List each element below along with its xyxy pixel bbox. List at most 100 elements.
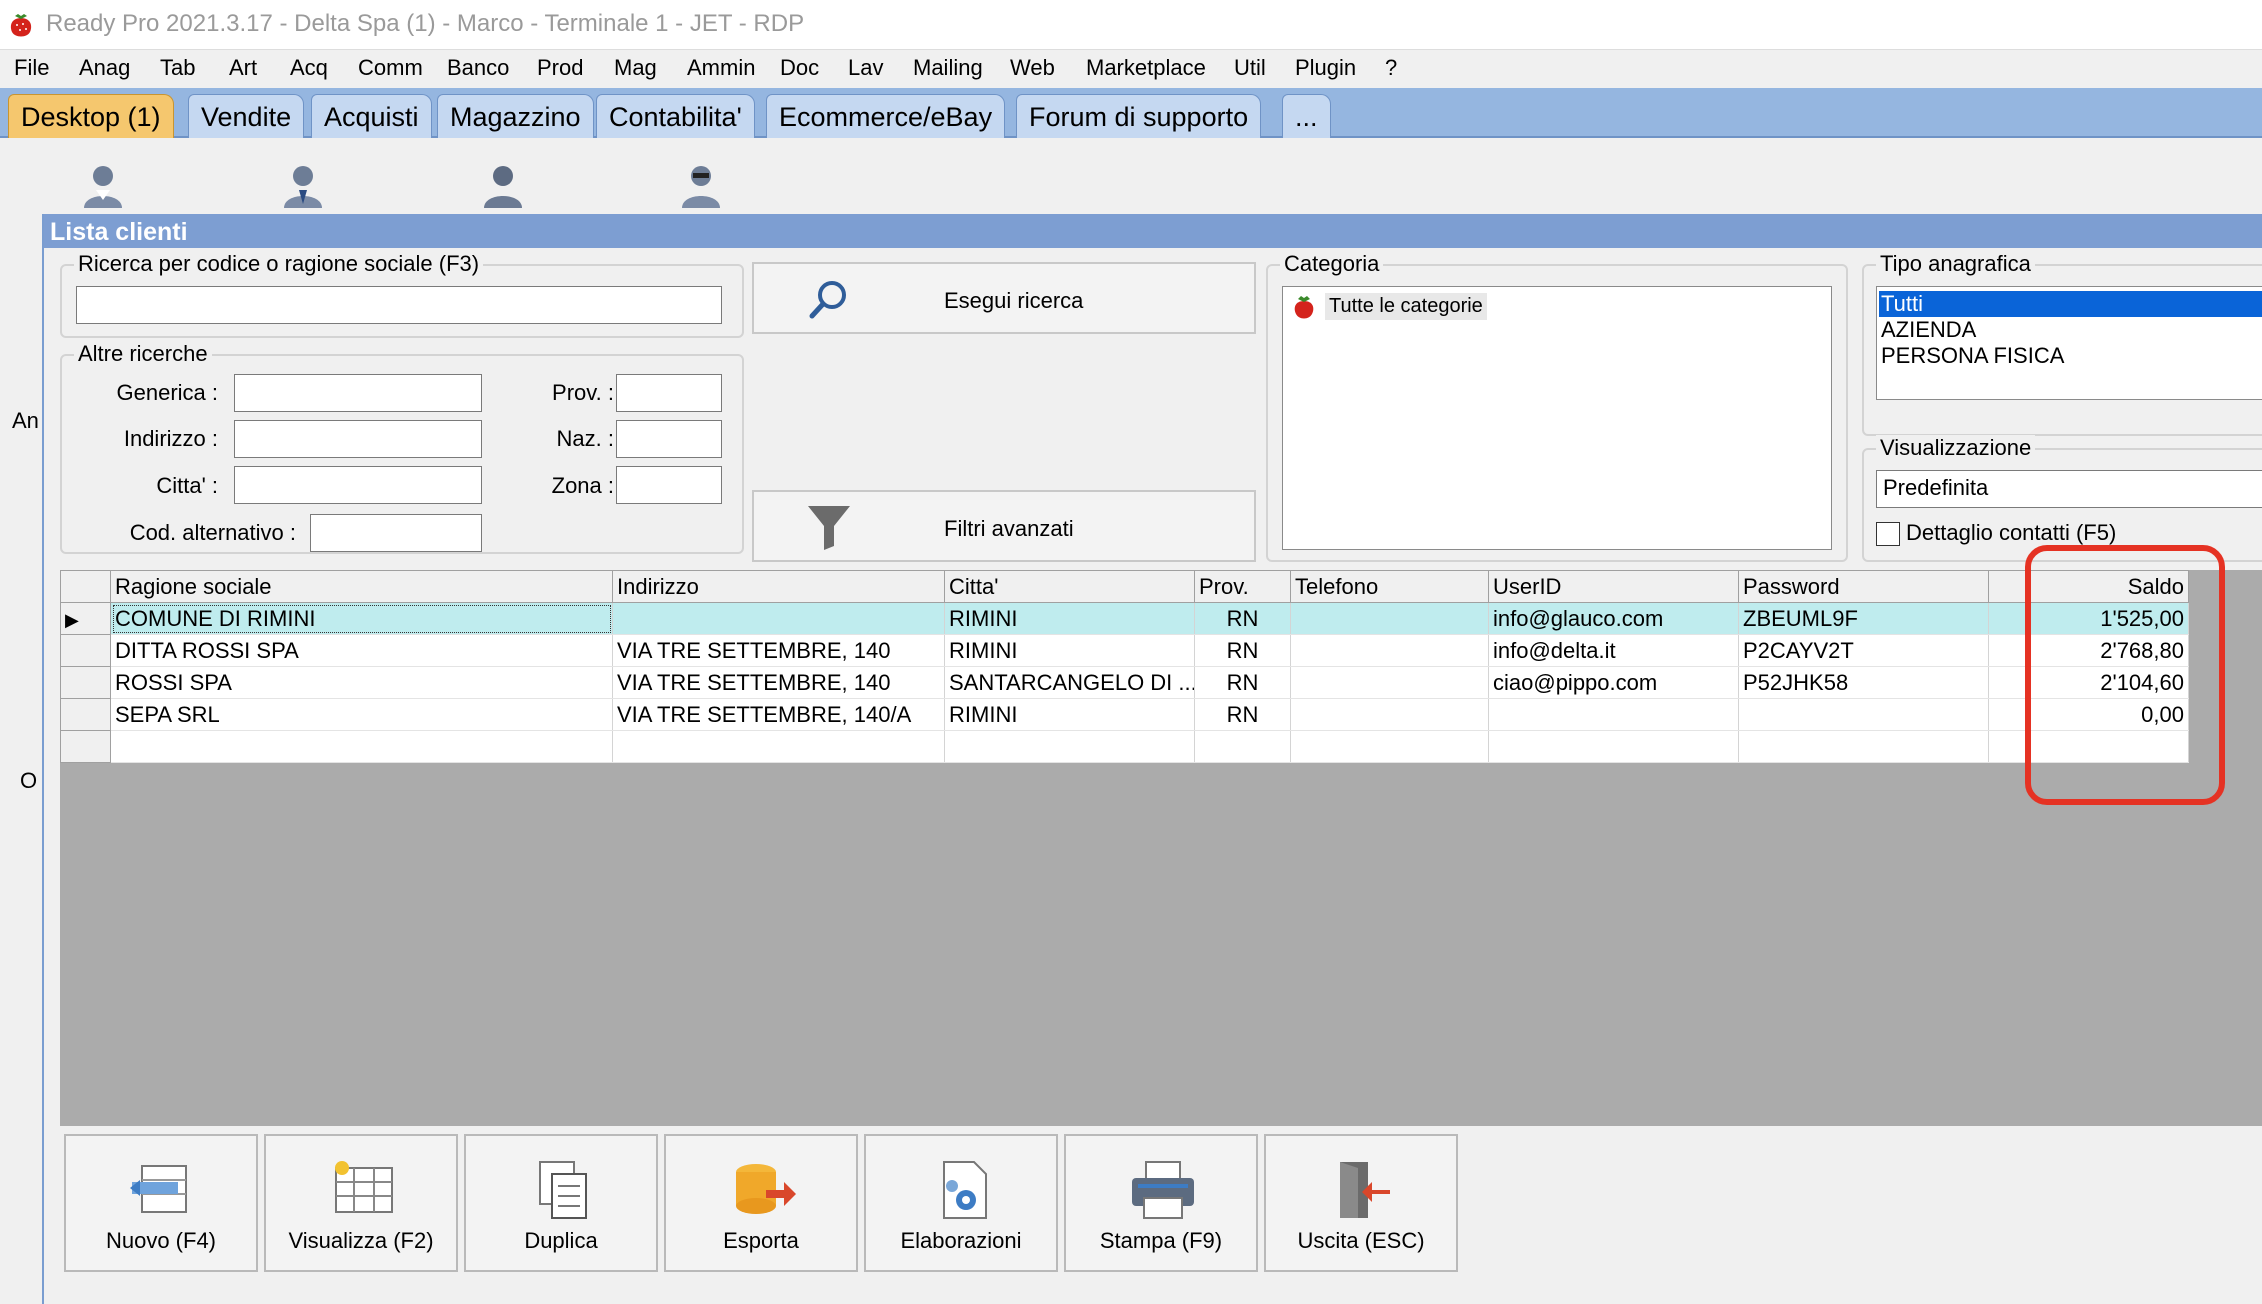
naz-input[interactable] [616, 420, 722, 458]
tab-vendite[interactable]: Vendite [188, 94, 305, 138]
menu-web[interactable]: Web [1010, 55, 1055, 81]
print-button[interactable]: Stampa (F9) [1064, 1134, 1258, 1272]
table-cell[interactable]: RN [1194, 634, 1291, 667]
table-row[interactable]: ROSSI SPA VIA TRE SETTEMBRE, 140 SANTARC… [60, 666, 2189, 699]
column-header[interactable]: Prov. [1194, 570, 1291, 603]
zona-input[interactable] [616, 466, 722, 504]
menu-tab[interactable]: Tab [160, 55, 195, 81]
table-cell[interactable]: ROSSI SPA [110, 666, 613, 699]
table-cell[interactable] [612, 602, 945, 635]
column-header[interactable]: Password [1738, 570, 1989, 603]
table-cell[interactable]: DITTA ROSSI SPA [110, 634, 613, 667]
execute-search-button[interactable]: Esegui ricerca [752, 262, 1256, 334]
menu-plugin[interactable]: Plugin [1295, 55, 1356, 81]
table-cell[interactable] [1488, 698, 1739, 731]
column-header[interactable]: Citta' [944, 570, 1195, 603]
table-cell[interactable] [1290, 698, 1489, 731]
row-indicator: ▶ [60, 602, 111, 635]
column-header[interactable]: Indirizzo [612, 570, 945, 603]
new-button[interactable]: Nuovo (F4) [64, 1134, 258, 1272]
table-cell[interactable] [1290, 634, 1489, 667]
view-button[interactable]: Visualizza (F2) [264, 1134, 458, 1272]
table-row[interactable]: DITTA ROSSI SPA VIA TRE SETTEMBRE, 140 R… [60, 634, 2189, 667]
column-header[interactable]: Telefono [1290, 570, 1489, 603]
detail-contacts-checkbox[interactable] [1876, 522, 1900, 546]
menu-comm[interactable]: Comm [358, 55, 423, 81]
table-cell[interactable]: RIMINI [944, 698, 1195, 731]
tab-contabilita[interactable]: Contabilita' [596, 94, 755, 138]
menu-doc[interactable]: Doc [780, 55, 819, 81]
table-cell[interactable]: RN [1194, 666, 1291, 699]
table-cell[interactable]: RN [1194, 602, 1291, 635]
table-cell[interactable]: ciao@pippo.com [1488, 666, 1739, 699]
menu-lav[interactable]: Lav [848, 55, 883, 81]
table-cell[interactable]: VIA TRE SETTEMBRE, 140 [612, 634, 945, 667]
table-cell[interactable]: info@delta.it [1488, 634, 1739, 667]
column-header[interactable]: UserID [1488, 570, 1739, 603]
user-silhouette-icon[interactable] [476, 160, 530, 208]
user-male-icon[interactable] [276, 160, 330, 208]
menu-mailing[interactable]: Mailing [913, 55, 983, 81]
table-cell[interactable]: VIA TRE SETTEMBRE, 140 [612, 666, 945, 699]
menu-ammin[interactable]: Ammin [687, 55, 755, 81]
category-all-item[interactable]: Tutte le categorie [1325, 293, 1487, 320]
tab-forum[interactable]: Forum di supporto [1016, 94, 1262, 138]
menu-mag[interactable]: Mag [614, 55, 657, 81]
menu-file[interactable]: File [14, 55, 49, 81]
user-female-icon[interactable] [76, 160, 130, 208]
view-select[interactable]: Predefinita [1876, 470, 2262, 508]
table-cell[interactable]: ZBEUML9F [1738, 602, 1989, 635]
menu-art[interactable]: Art [229, 55, 257, 81]
user-agent-icon[interactable] [674, 160, 728, 208]
search-input[interactable] [76, 286, 722, 324]
menu-anag[interactable]: Anag [79, 55, 130, 81]
type-listbox[interactable]: Tutti AZIENDA PERSONA FISICA [1876, 286, 2262, 400]
indirizzo-input[interactable] [234, 420, 482, 458]
table-cell[interactable]: P52JHK58 [1738, 666, 1989, 699]
category-tree[interactable]: Tutte le categorie [1282, 286, 1832, 550]
table-cell[interactable]: SANTARCANGELO DI ... [944, 666, 1195, 699]
menu-help[interactable]: ? [1385, 55, 1397, 81]
advanced-filters-button[interactable]: Filtri avanzati [752, 490, 1256, 562]
menu-banco[interactable]: Banco [447, 55, 509, 81]
print-button-label: Stampa (F9) [1099, 1228, 1223, 1253]
type-option-azienda[interactable]: AZIENDA [1881, 317, 1976, 343]
table-cell[interactable]: VIA TRE SETTEMBRE, 140/A [612, 698, 945, 731]
table-cell[interactable]: COMUNE DI RIMINI [110, 602, 613, 635]
menu-util[interactable]: Util [1234, 55, 1266, 81]
type-legend: Tipo anagrafica [1876, 251, 2035, 277]
table-cell[interactable]: P2CAYV2T [1738, 634, 1989, 667]
tab-magazzino[interactable]: Magazzino [437, 94, 594, 138]
prov-input[interactable] [616, 374, 722, 412]
type-option-tutti[interactable]: Tutti [1879, 291, 2262, 317]
table-cell[interactable]: RN [1194, 698, 1291, 731]
table-row[interactable]: SEPA SRL VIA TRE SETTEMBRE, 140/A RIMINI… [60, 698, 2189, 731]
menu-prod[interactable]: Prod [537, 55, 583, 81]
table-cell[interactable] [1290, 666, 1489, 699]
tab-more[interactable]: ... [1282, 94, 1331, 138]
cod-alternativo-input[interactable] [310, 514, 482, 552]
table-cell[interactable] [1738, 698, 1989, 731]
table-cell[interactable] [1290, 602, 1489, 635]
tab-acquisti[interactable]: Acquisti [311, 94, 432, 138]
new-row[interactable] [60, 730, 2189, 763]
menu-acq[interactable]: Acq [290, 55, 328, 81]
exit-button[interactable]: Uscita (ESC) [1264, 1134, 1458, 1272]
row-indicator [60, 634, 111, 667]
column-header[interactable]: Ragione sociale [110, 570, 613, 603]
generica-input[interactable] [234, 374, 482, 412]
table-cell[interactable]: RIMINI [944, 602, 1195, 635]
duplicate-button[interactable]: Duplica [464, 1134, 658, 1272]
table-row[interactable]: ▶ COMUNE DI RIMINI RIMINI RN info@glauco… [60, 602, 2189, 635]
tab-desktop[interactable]: Desktop (1) [8, 94, 174, 138]
strawberry-icon [1294, 296, 1314, 319]
tab-ecommerce[interactable]: Ecommerce/eBay [766, 94, 1006, 138]
table-cell[interactable]: SEPA SRL [110, 698, 613, 731]
table-cell[interactable]: RIMINI [944, 634, 1195, 667]
processing-button[interactable]: Elaborazioni [864, 1134, 1058, 1272]
menu-marketplace[interactable]: Marketplace [1086, 55, 1206, 81]
table-cell[interactable]: info@glauco.com [1488, 602, 1739, 635]
citta-input[interactable] [234, 466, 482, 504]
export-button[interactable]: Esporta [664, 1134, 858, 1272]
type-option-persona-fisica[interactable]: PERSONA FISICA [1881, 343, 2064, 369]
